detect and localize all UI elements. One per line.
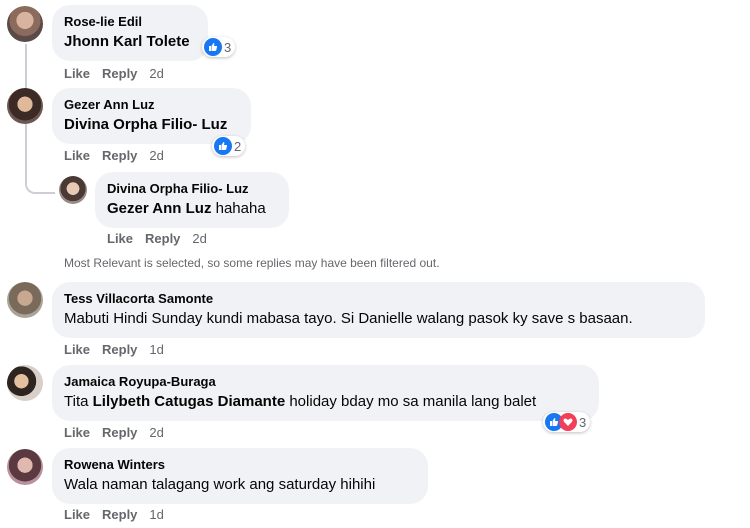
like-button[interactable]: Like: [64, 148, 90, 163]
reply-button[interactable]: Reply: [145, 231, 180, 246]
reply-button[interactable]: Reply: [102, 425, 137, 440]
avatar[interactable]: [7, 365, 43, 401]
comment-bubble: Rowena Winters Wala naman talagang work …: [52, 448, 428, 504]
avatar[interactable]: [7, 88, 43, 124]
love-icon: [559, 413, 577, 431]
reply-button[interactable]: Reply: [102, 148, 137, 163]
comment-text: holiday bday mo sa manila lang balet: [285, 393, 537, 410]
reaction-count[interactable]: 2: [212, 136, 246, 156]
comment-text: Mabuti Hindi Sunday kundi mabasa tayo. S…: [64, 310, 633, 327]
comment-actions: Like Reply 2d: [64, 66, 176, 81]
tagged-user[interactable]: Jhonn Karl Tolete: [64, 33, 190, 50]
reaction-count-text: 3: [579, 414, 587, 430]
timestamp[interactable]: 1d: [149, 507, 163, 522]
comment-actions: Like Reply 2d: [64, 148, 176, 163]
timestamp[interactable]: 2d: [149, 148, 163, 163]
reply-button[interactable]: Reply: [102, 66, 137, 81]
timestamp[interactable]: 2d: [149, 425, 163, 440]
comment-bubble: Rose-lie Edil Jhonn Karl Tolete: [52, 5, 208, 61]
comment-author[interactable]: Rose-lie Edil: [64, 13, 196, 30]
comment-text-prefix: Tita: [64, 393, 93, 410]
thread-curve: [25, 180, 55, 194]
comment-actions: Like Reply 2d: [64, 425, 176, 440]
avatar[interactable]: [7, 6, 43, 42]
like-button[interactable]: Like: [64, 507, 90, 522]
avatar[interactable]: [59, 176, 87, 204]
reply-author[interactable]: Divina Orpha Filio- Luz: [107, 180, 277, 197]
comment-text: Wala naman talagang work ang saturday hi…: [64, 476, 376, 493]
tagged-user[interactable]: Lilybeth Catugas Diamante: [93, 393, 286, 410]
reply-text: hahaha: [211, 200, 266, 217]
avatar[interactable]: [7, 449, 43, 485]
comment-actions: Like Reply 1d: [64, 342, 176, 357]
comment-author[interactable]: Gezer Ann Luz: [64, 96, 239, 113]
timestamp[interactable]: 1d: [149, 342, 163, 357]
like-button[interactable]: Like: [64, 425, 90, 440]
reply-actions: Like Reply 2d: [107, 231, 219, 246]
tagged-user[interactable]: Gezer Ann Luz: [107, 200, 211, 217]
like-icon: [214, 137, 232, 155]
timestamp[interactable]: 2d: [192, 231, 206, 246]
reply-bubble: Divina Orpha Filio- Luz Gezer Ann Luz ha…: [95, 172, 289, 228]
like-button[interactable]: Like: [107, 231, 133, 246]
reaction-count-text: 2: [234, 138, 242, 154]
reply-button[interactable]: Reply: [102, 342, 137, 357]
tagged-user[interactable]: Divina Orpha Filio- Luz: [64, 116, 227, 133]
comment-bubble: Jamaica Royupa-Buraga Tita Lilybeth Catu…: [52, 365, 599, 421]
filter-notice: Most Relevant is selected, so some repli…: [64, 256, 440, 270]
reaction-count-text: 3: [224, 39, 232, 55]
reaction-count[interactable]: 3: [543, 412, 591, 432]
comment-actions: Like Reply 1d: [64, 507, 176, 522]
comment-author[interactable]: Tess Villacorta Samonte: [64, 290, 693, 307]
like-button[interactable]: Like: [64, 342, 90, 357]
avatar[interactable]: [7, 282, 43, 318]
comment-bubble: Tess Villacorta Samonte Mabuti Hindi Sun…: [52, 282, 705, 338]
comment-author[interactable]: Jamaica Royupa-Buraga: [64, 373, 587, 390]
comment-author[interactable]: Rowena Winters: [64, 456, 416, 473]
like-icon: [204, 38, 222, 56]
timestamp[interactable]: 2d: [149, 66, 163, 81]
reaction-count[interactable]: 3: [202, 37, 236, 57]
reply-button[interactable]: Reply: [102, 507, 137, 522]
like-button[interactable]: Like: [64, 66, 90, 81]
